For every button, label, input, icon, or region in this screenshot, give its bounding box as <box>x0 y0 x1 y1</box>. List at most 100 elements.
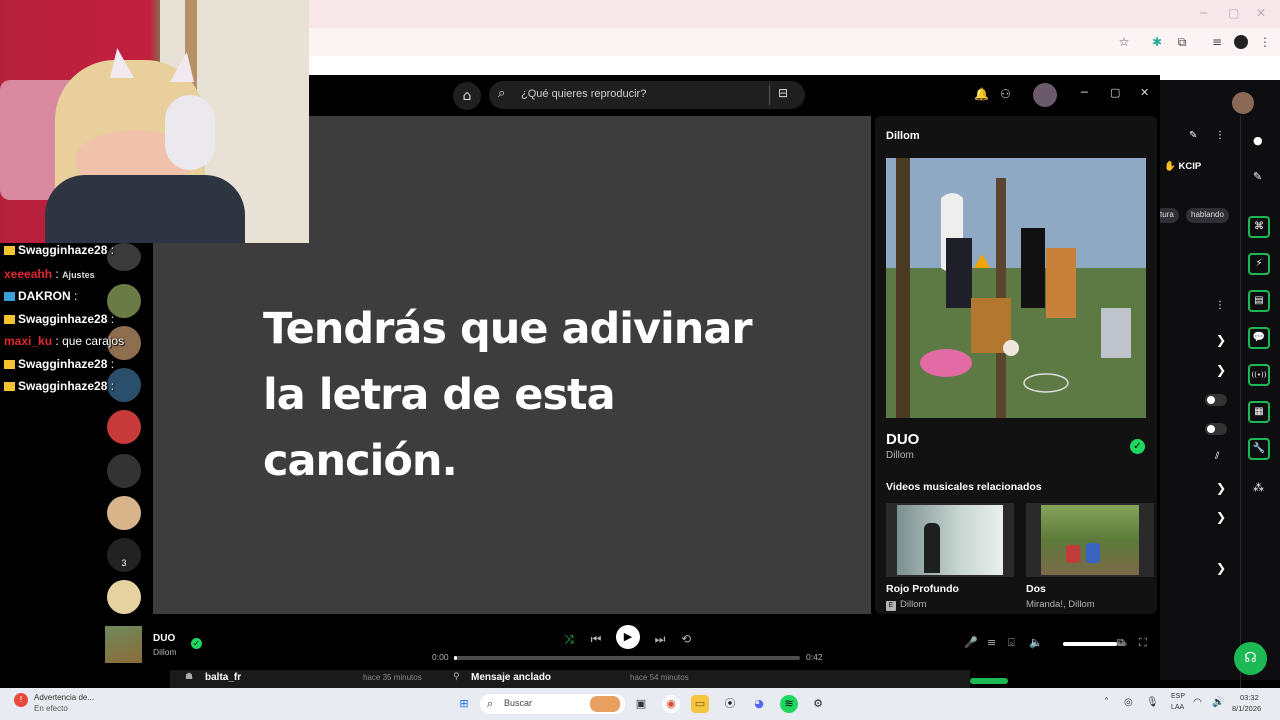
tag-chip[interactable]: hablando <box>1186 208 1229 223</box>
star-icon[interactable]: ☆ <box>1117 35 1131 49</box>
chevron-right-icon[interactable]: ❯ <box>1216 363 1226 377</box>
now-playing-title[interactable]: DUO <box>153 633 175 644</box>
notification-title[interactable]: Advertencia de... <box>34 693 94 702</box>
more-icon[interactable]: ⋮ <box>1215 130 1225 141</box>
song-artist[interactable]: Dillom <box>886 450 914 461</box>
taskbar-search[interactable]: ⌕ Buscar <box>480 694 625 714</box>
rail-tool-button[interactable]: ⚡ <box>1248 253 1270 275</box>
repeat-icon[interactable]: ⟲ <box>675 628 697 650</box>
chevron-right-icon[interactable]: ❯ <box>1216 481 1226 495</box>
pinned-bar: ☗ balta_fr hace 35 minutos ⚲ Mensaje anc… <box>170 670 1008 688</box>
video-title[interactable]: Rojo Profundo <box>886 583 959 595</box>
browser-maximize-button[interactable]: ▢ <box>1228 6 1239 20</box>
check-icon[interactable]: ✓ <box>191 638 202 649</box>
chevron-right-icon[interactable]: ❯ <box>1216 561 1226 575</box>
steam-icon[interactable]: ⚙ <box>809 695 827 713</box>
rail-tool-button[interactable]: ▦ <box>1248 401 1270 423</box>
rail-tool-button[interactable]: ((•)) <box>1248 364 1270 386</box>
discord-icon[interactable]: ◕ <box>750 695 768 713</box>
toggle-switch[interactable] <box>1205 394 1227 406</box>
chevron-right-icon[interactable]: ❯ <box>1216 333 1226 347</box>
user-avatar[interactable] <box>1232 92 1254 114</box>
panel-title[interactable]: Dillom <box>886 130 920 142</box>
share-icon[interactable]: ⁂ <box>1253 481 1264 494</box>
rail-tool-button[interactable]: ⌘ <box>1248 216 1270 238</box>
play-button[interactable]: ▶ <box>616 625 640 649</box>
friends-icon[interactable]: ⚇ <box>1000 87 1011 101</box>
next-icon[interactable]: ⏭ <box>649 628 671 650</box>
search-input[interactable]: ⌕ ¿Qué quieres reproducir? ⊟ <box>489 81 805 109</box>
check-icon[interactable]: ✓ <box>1130 439 1145 454</box>
media-icon[interactable]: ≡ <box>1210 35 1224 49</box>
pinned-user[interactable]: balta_fr <box>205 672 241 683</box>
video-thumbnail[interactable] <box>886 503 1014 577</box>
headphones <box>165 95 215 170</box>
rail-tool-button[interactable]: 💬 <box>1248 327 1270 349</box>
video-artist[interactable]: E Dillom <box>886 599 926 611</box>
menu-icon[interactable]: ⋮ <box>1258 35 1272 49</box>
spotify-icon[interactable]: ≋ <box>780 695 798 713</box>
window-maximize-button[interactable]: ▢ <box>1110 86 1120 99</box>
headphones-icon[interactable]: ☊ <box>1234 642 1267 675</box>
window-minimize-button[interactable]: ─ <box>1081 86 1088 99</box>
file-explorer-icon[interactable]: ▭ <box>691 695 709 713</box>
edit-icon[interactable]: ✎ <box>1189 130 1197 141</box>
pencil-icon[interactable]: ✎ <box>1253 170 1262 183</box>
browse-icon[interactable]: ⊟ <box>778 86 788 100</box>
chevron-up-icon[interactable]: ˄ <box>1104 697 1109 708</box>
chrome-icon[interactable]: ◉ <box>662 695 680 713</box>
task-view-icon[interactable]: ▣ <box>632 695 650 713</box>
chart-icon[interactable]: ⫽ <box>1215 451 1219 462</box>
channel-avatar[interactable] <box>107 580 141 614</box>
network-icon[interactable]: ◎ <box>1124 697 1133 708</box>
previous-icon[interactable]: ⏮ <box>585 628 607 650</box>
lang-indicator-top[interactable]: ESP <box>1171 693 1185 700</box>
extensions-icon[interactable]: ⧉ <box>1175 35 1189 49</box>
bell-icon[interactable]: 🔔 <box>974 87 989 101</box>
channel-avatar[interactable]: 3 <box>107 538 141 572</box>
progress-bar[interactable] <box>454 656 800 660</box>
channel-avatar[interactable] <box>107 496 141 530</box>
rail-tool-button[interactable]: 🔧 <box>1248 438 1270 460</box>
channel-avatar[interactable] <box>107 454 141 488</box>
volume-icon[interactable]: 🔈 <box>1029 636 1043 649</box>
info-icon[interactable]: ● <box>1253 134 1263 147</box>
toggle-switch[interactable] <box>1205 423 1227 435</box>
devices-icon[interactable]: ⌺ <box>1008 636 1015 650</box>
user-icon: ☗ <box>185 672 194 682</box>
translate-icon[interactable]: ✱ <box>1150 35 1164 49</box>
queue-icon[interactable]: ≡ <box>987 636 996 649</box>
chat-message: DAKRON : <box>4 289 77 303</box>
video-thumbnail[interactable] <box>1026 503 1154 577</box>
warning-icon[interactable]: ! <box>14 693 28 707</box>
now-playing-artist[interactable]: Dillom <box>153 647 177 657</box>
lyrics-icon[interactable]: 🎤 <box>964 636 978 649</box>
browser-minimize-button[interactable]: ─ <box>1200 6 1207 20</box>
video-title[interactable]: Dos <box>1026 583 1046 595</box>
channel-avatar[interactable] <box>107 410 141 444</box>
windows-start-icon[interactable]: ⊞ <box>455 695 473 713</box>
miniplayer-icon[interactable]: ⧉ <box>1117 636 1125 650</box>
crown-icon <box>4 315 15 324</box>
shuffle-icon[interactable]: ⤨ <box>558 628 580 650</box>
browser-close-button[interactable]: ✕ <box>1256 6 1266 20</box>
profile-avatar[interactable] <box>1234 35 1248 49</box>
rail-tool-button[interactable]: ▤ <box>1248 290 1270 312</box>
wifi-icon[interactable]: ◠ <box>1193 697 1202 708</box>
pinned-label[interactable]: Mensaje anclado <box>471 672 551 683</box>
more-icon[interactable]: ⋮ <box>1215 300 1225 311</box>
video-artist[interactable]: Miranda!, Dillom <box>1026 599 1095 610</box>
fullscreen-icon[interactable]: ⛶ <box>1139 636 1147 650</box>
speaker-icon[interactable]: 🔊 <box>1212 697 1224 708</box>
account-avatar[interactable] <box>1033 83 1057 107</box>
lang-indicator-bottom[interactable]: LAA <box>1171 704 1184 711</box>
now-playing-cover[interactable] <box>105 626 142 663</box>
song-title[interactable]: DUO <box>886 431 919 448</box>
mic-icon[interactable]: 🎙 <box>1146 697 1159 708</box>
chevron-right-icon[interactable]: ❯ <box>1216 510 1226 524</box>
app-icon[interactable]: ⦿ <box>721 695 739 713</box>
window-close-button[interactable]: ✕ <box>1140 86 1149 99</box>
clock-date[interactable]: 8/1/2026 <box>1232 704 1261 713</box>
home-icon[interactable]: ⌂ <box>453 82 481 110</box>
clock-time[interactable]: 03:32 <box>1240 693 1259 702</box>
